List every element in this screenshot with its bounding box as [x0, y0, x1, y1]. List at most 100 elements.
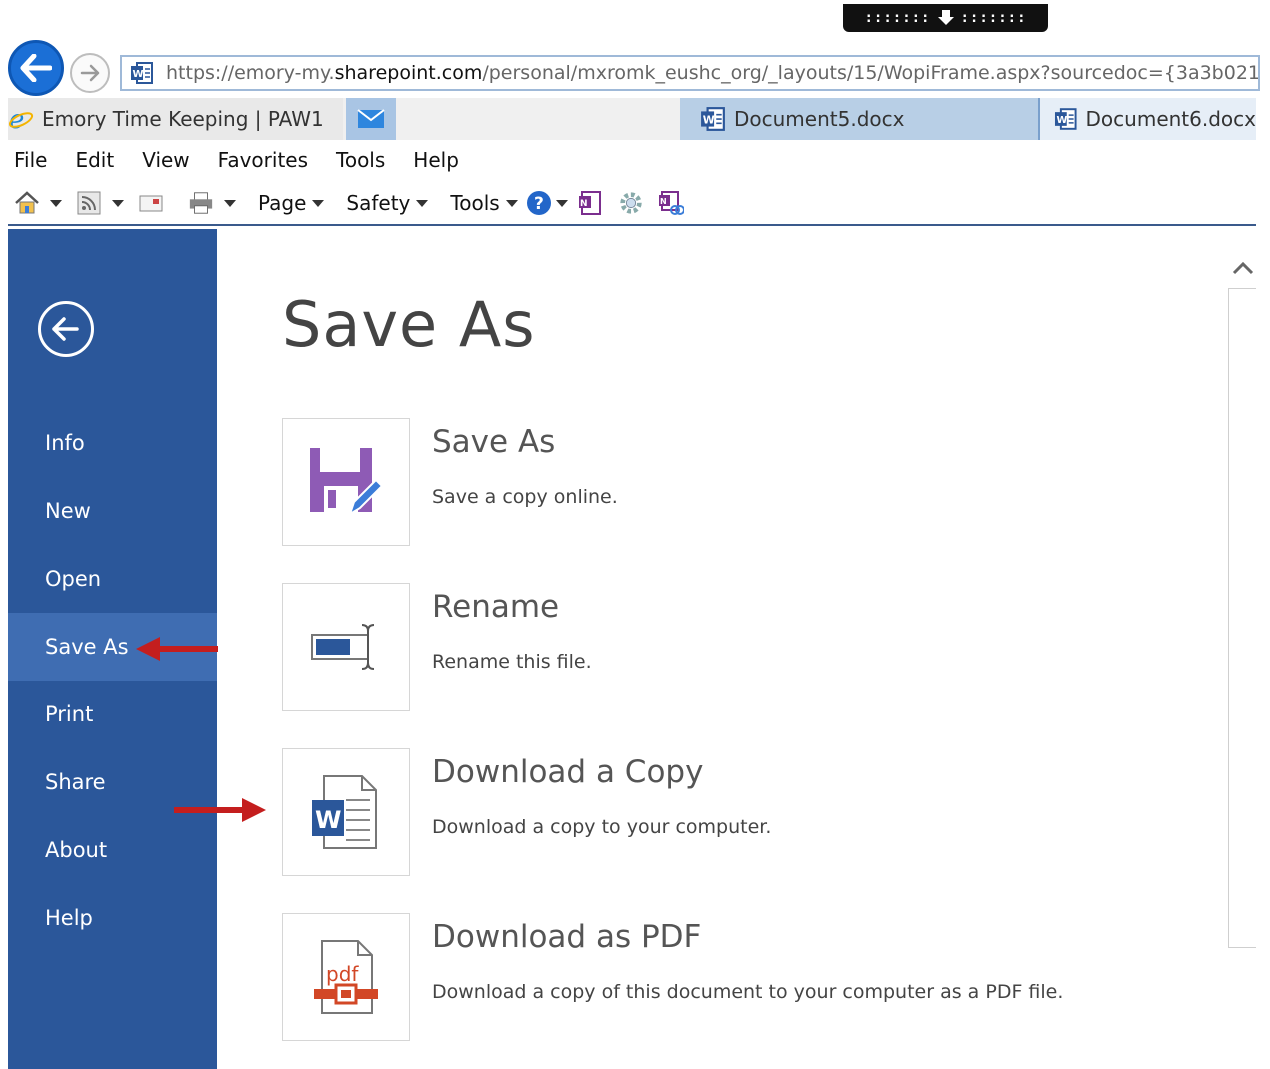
option-icon-box[interactable]: W — [282, 748, 410, 876]
arrow-right-icon — [80, 64, 100, 82]
word-document-icon: W — [312, 775, 377, 849]
home-icon[interactable] — [14, 190, 40, 216]
tab-emory-time-keeping[interactable]: e Emory Time Keeping | PAW1 — [8, 98, 343, 140]
tab-label: Emory Time Keeping | PAW1 — [42, 107, 324, 131]
page-menu[interactable]: Page — [258, 191, 306, 215]
internet-explorer-icon: e — [8, 106, 34, 132]
rename-field-icon — [311, 624, 375, 670]
browser-forward-button[interactable] — [70, 53, 110, 93]
pin-down-icon[interactable] — [937, 10, 955, 26]
page-dropdown-caret[interactable] — [312, 199, 325, 207]
feeds-dropdown-caret[interactable] — [112, 199, 124, 207]
option-description: Download a copy to your computer. — [432, 816, 772, 838]
annotation-arrow-save-as — [136, 637, 218, 661]
sidebar-item-print[interactable]: Print — [8, 680, 217, 748]
sidebar-item-label: About — [45, 838, 108, 862]
tab-document5[interactable]: W Document5.docx — [680, 98, 1038, 140]
sidebar-item-label: Print — [45, 702, 94, 726]
rss-feed-icon[interactable] — [76, 190, 102, 216]
svg-text:W: W — [1056, 115, 1067, 126]
read-mail-icon[interactable] — [138, 190, 164, 216]
scrollbar-track[interactable] — [1228, 288, 1256, 948]
page-title: Save As — [282, 288, 536, 361]
url-field[interactable]: W https://emory-my.sharepoint.com/person… — [120, 55, 1260, 91]
backstage-back-button[interactable] — [38, 301, 94, 357]
svg-text:e: e — [9, 106, 24, 132]
safety-dropdown-caret[interactable] — [416, 199, 429, 207]
pdf-document-icon: pdf — [314, 940, 378, 1014]
tools-menu[interactable]: Tools — [450, 191, 499, 215]
sidebar-item-label: Save As — [45, 635, 129, 659]
sidebar-item-about[interactable]: About — [8, 816, 217, 884]
sidebar-item-new[interactable]: New — [8, 477, 217, 545]
menu-view[interactable]: View — [142, 148, 189, 172]
tools-dropdown-caret[interactable] — [505, 199, 518, 207]
option-download-copy[interactable]: W Download a Copy Download a copy to you… — [282, 748, 1162, 878]
print-icon[interactable] — [188, 190, 214, 216]
option-description: Download a copy of this document to your… — [432, 981, 1064, 1003]
address-row: W https://emory-my.sharepoint.com/person… — [8, 40, 1260, 100]
sidebar-item-label: New — [45, 499, 91, 523]
menu-help[interactable]: Help — [413, 148, 459, 172]
svg-text:W: W — [315, 806, 341, 834]
option-icon-box[interactable]: pdf — [282, 913, 410, 1041]
tab-mail[interactable] — [346, 98, 396, 140]
onenote-linked-icon[interactable]: N — [658, 190, 684, 216]
svg-text:N: N — [580, 199, 588, 209]
option-rename[interactable]: Rename Rename this file. — [282, 583, 1162, 713]
home-dropdown-caret[interactable] — [50, 199, 62, 207]
option-description: Save a copy online. — [432, 486, 618, 508]
option-download-pdf[interactable]: pdf Download as PDF Download a copy of t… — [282, 913, 1162, 1043]
gear-icon[interactable] — [618, 190, 644, 216]
option-title: Download as PDF — [432, 919, 702, 955]
onenote-icon[interactable]: N — [578, 190, 604, 216]
scroll-up-button[interactable] — [1230, 256, 1256, 280]
url-prefix: https://emory-my. — [166, 62, 335, 84]
menu-favorites[interactable]: Favorites — [218, 148, 308, 172]
menu-tools[interactable]: Tools — [336, 148, 385, 172]
svg-text:W: W — [133, 69, 144, 80]
help-dropdown-caret[interactable] — [555, 199, 568, 207]
tab-label: Document6.docx — [1085, 107, 1256, 131]
option-save-as[interactable]: Save As Save a copy online. — [282, 418, 1162, 548]
option-icon-box[interactable] — [282, 583, 410, 711]
svg-text:?: ? — [534, 194, 544, 214]
menu-edit[interactable]: Edit — [75, 148, 114, 172]
svg-text:W: W — [703, 113, 715, 126]
command-bar: Page Safety Tools ? N N — [8, 182, 1256, 226]
remote-bar-grip-right: ::::::: — [960, 10, 1027, 26]
option-title: Rename — [432, 589, 560, 625]
safety-menu[interactable]: Safety — [346, 191, 410, 215]
option-title: Save As — [432, 424, 556, 460]
url-path: /personal/mxromk_eushc_org/_layouts/15/W… — [482, 62, 1260, 84]
tab-label: Document5.docx — [734, 107, 905, 131]
menu-bar: File Edit View Favorites Tools Help — [8, 143, 481, 177]
pdf-label: pdf — [326, 962, 359, 986]
browser-back-button[interactable] — [8, 40, 64, 96]
word-favicon-icon: W — [131, 62, 153, 84]
help-icon[interactable]: ? — [526, 190, 552, 216]
browser-tabs: e Emory Time Keeping | PAW1 . W Document… — [8, 98, 1256, 140]
menu-file[interactable]: File — [14, 148, 47, 172]
sidebar-item-label: Open — [45, 567, 102, 591]
arrow-left-icon — [52, 317, 79, 341]
svg-text:N: N — [660, 197, 667, 206]
annotation-arrow-download-copy — [174, 798, 266, 822]
sidebar-item-open[interactable]: Open — [8, 545, 217, 613]
sidebar-item-label: Share — [45, 770, 106, 794]
sidebar-item-label: Help — [45, 906, 93, 930]
tab-document6[interactable]: W Document6.docx — [1038, 98, 1256, 140]
remote-session-bar[interactable]: ::::::: ::::::: — [843, 4, 1048, 32]
option-icon-box[interactable] — [282, 418, 410, 546]
url-domain: sharepoint.com — [334, 62, 483, 84]
remote-bar-grip-left: ::::::: — [864, 10, 931, 26]
print-dropdown-caret[interactable] — [224, 199, 236, 207]
word-favicon-icon: W — [701, 107, 725, 131]
word-favicon-icon: W — [1054, 108, 1077, 130]
floppy-pencil-icon — [310, 448, 384, 517]
option-description: Rename this file. — [432, 651, 592, 673]
url-text: https://emory-my.sharepoint.com/personal… — [166, 62, 1260, 84]
sidebar-item-info[interactable]: Info — [8, 409, 217, 477]
sidebar-item-share[interactable]: Share — [8, 748, 217, 816]
sidebar-item-help[interactable]: Help — [8, 884, 217, 952]
